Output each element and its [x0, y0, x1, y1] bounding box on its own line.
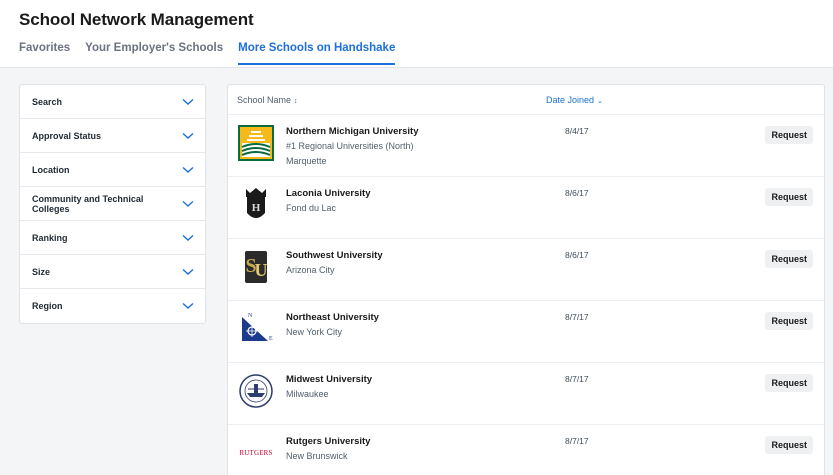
laconia-logo: H — [237, 186, 275, 224]
school-name[interactable]: Midwest University — [286, 374, 372, 385]
table-row: H Laconia University Fond du Lac 8/6/17 … — [228, 177, 824, 239]
request-button[interactable]: Request — [765, 436, 813, 454]
filter-label: Location — [32, 164, 70, 175]
request-button[interactable]: Request — [765, 188, 813, 206]
school-location: Milwaukee — [286, 389, 329, 399]
filter-search[interactable]: Search — [20, 85, 205, 119]
schools-table: School Name ↕ Date Joined ⌄ Northern Michi… — [227, 84, 825, 475]
chevron-down-icon — [182, 234, 194, 241]
chevron-down-icon — [182, 132, 194, 139]
school-name[interactable]: Laconia University — [286, 188, 370, 199]
table-row: RUTGERS Rutgers University New Brunswick… — [228, 425, 824, 475]
table-row: S U Southwest University Arizona City 8/… — [228, 239, 824, 301]
rutgers-logo: RUTGERS — [237, 434, 275, 472]
filter-label: Size — [32, 266, 51, 277]
tab-bar: Favorites Your Employer's Schools More S… — [19, 42, 410, 65]
column-header-label: Date Joined — [546, 94, 595, 105]
column-header-date-joined[interactable]: Date Joined ⌄ — [546, 95, 603, 105]
school-name[interactable]: Northern Michigan University — [286, 126, 419, 137]
tab-employer-schools[interactable]: Your Employer's Schools — [85, 42, 223, 65]
school-name[interactable]: Northeast University — [286, 312, 379, 323]
date-joined: 8/4/17 — [565, 126, 589, 136]
sort-down-icon: ⌄ — [597, 97, 603, 105]
filter-community-colleges[interactable]: Community and Technical Colleges — [20, 187, 205, 221]
southwest-logo: S U — [237, 248, 275, 286]
filter-region[interactable]: Region — [20, 289, 205, 323]
chevron-down-icon — [182, 268, 194, 275]
filter-label: Ranking — [32, 232, 68, 243]
chevron-down-icon — [182, 98, 194, 105]
filter-ranking[interactable]: Ranking — [20, 221, 205, 255]
svg-text:N: N — [248, 313, 253, 319]
request-button[interactable]: Request — [765, 250, 813, 268]
filter-location[interactable]: Location — [20, 153, 205, 187]
request-button[interactable]: Request — [765, 374, 813, 392]
page-title: School Network Management — [19, 10, 254, 29]
date-joined: 8/7/17 — [565, 436, 589, 446]
chevron-down-icon — [182, 302, 194, 309]
tab-more-schools[interactable]: More Schools on Handshake — [238, 42, 396, 65]
table-row: Midwest University Milwaukee 8/7/17 Requ… — [228, 363, 824, 425]
chevron-down-icon — [182, 166, 194, 173]
school-location: New York City — [286, 327, 343, 337]
chevron-down-icon — [182, 200, 194, 207]
school-ranking: #1 Regional Universities (North) — [286, 141, 414, 151]
request-button[interactable]: Request — [765, 126, 813, 144]
filter-approval-status[interactable]: Approval Status — [20, 119, 205, 153]
request-button[interactable]: Request — [765, 312, 813, 330]
svg-text:H: H — [252, 202, 261, 214]
svg-text:U: U — [255, 260, 268, 280]
filter-size[interactable]: Size — [20, 255, 205, 289]
table-row: N E Northeast University New York City 8… — [228, 301, 824, 363]
school-location: Arizona City — [286, 265, 335, 275]
rutgers-logo-text: RUTGERS — [239, 449, 273, 457]
nmu-logo — [237, 124, 275, 162]
svg-text:E: E — [269, 336, 273, 342]
filter-label: Region — [32, 301, 63, 311]
school-location: Fond du Lac — [286, 203, 337, 213]
filters-panel: Search Approval Status Location Communit… — [19, 84, 206, 324]
table-header: School Name ↕ Date Joined ⌄ — [228, 85, 824, 115]
date-joined: 8/7/17 — [565, 374, 589, 384]
midwest-logo — [237, 372, 275, 410]
date-joined: 8/7/17 — [565, 312, 589, 322]
date-joined: 8/6/17 — [565, 188, 589, 198]
filter-label: Search — [32, 96, 63, 107]
filter-label: Approval Status — [32, 130, 102, 141]
school-name[interactable]: Southwest University — [286, 250, 383, 261]
column-header-school-name[interactable]: School Name ↕ — [237, 95, 298, 105]
sort-icon: ↕ — [294, 97, 298, 105]
school-name[interactable]: Rutgers University — [286, 436, 370, 447]
column-header-label: School Name — [237, 94, 292, 105]
page-header: School Network Management Favorites Your… — [0, 0, 833, 68]
filter-label: Community and Technical Colleges — [32, 193, 144, 214]
date-joined: 8/6/17 — [565, 250, 589, 260]
school-location: Marquette — [286, 156, 327, 166]
northeast-logo: N E — [237, 310, 275, 348]
table-row: Northern Michigan University #1 Regional… — [228, 115, 824, 177]
school-location: New Brunswick — [286, 451, 348, 461]
tab-favorites[interactable]: Favorites — [19, 42, 70, 65]
